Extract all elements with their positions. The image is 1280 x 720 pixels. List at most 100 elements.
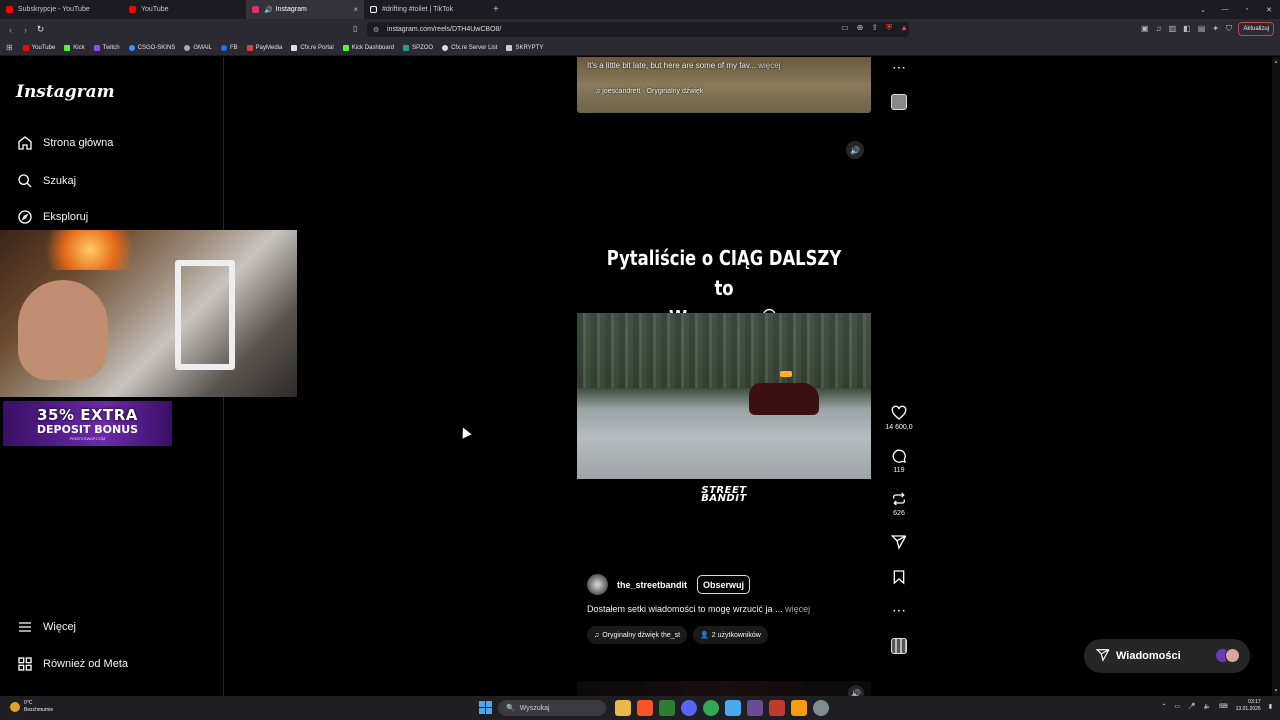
share-icon[interactable]: ⇪: [871, 23, 878, 33]
brave-shield-icon[interactable]: ⛨: [886, 23, 892, 33]
brave-rewards-icon[interactable]: ▲: [900, 23, 908, 33]
bookmark-kick[interactable]: Kick: [64, 44, 85, 51]
author-username[interactable]: the_streetbandit: [617, 580, 687, 590]
new-tab-button[interactable]: +: [493, 4, 499, 15]
audio-chip[interactable]: ♫ Oryginalny dźwięk the_st: [587, 626, 688, 644]
scroll-up-icon[interactable]: ▲: [1272, 59, 1280, 65]
sidebar-item-more[interactable]: Więcej: [16, 617, 76, 637]
mic-icon[interactable]: 🎤: [1188, 703, 1195, 710]
tab-tiktok[interactable]: #drifting #toilet | TikTok: [364, 0, 487, 19]
bookmark-page-icon[interactable]: ▯: [353, 24, 357, 33]
bookmark-skrypty[interactable]: SKRYPTY: [506, 44, 543, 51]
url-field[interactable]: ⚙ instagram.com/reels/DTH4UwCBO8/: [367, 22, 909, 37]
site-info-icon[interactable]: ⚙: [373, 26, 379, 34]
taskbar-search[interactable]: 🔍 Wyszukaj: [498, 700, 606, 716]
maximize-icon[interactable]: ▫: [1236, 6, 1258, 13]
reload-icon[interactable]: ↻: [33, 24, 48, 35]
bookmark-cfx-server-list[interactable]: Cfx.re Server List: [442, 44, 497, 51]
clock[interactable]: 03:17 13.01.2026: [1236, 699, 1261, 713]
repost-button[interactable]: 626: [880, 491, 918, 517]
tab-subskrypcje[interactable]: Subskrypcje - YouTube: [0, 0, 123, 19]
instagram-logo[interactable]: Instagram: [16, 82, 115, 102]
audio-thumbnail[interactable]: [891, 638, 907, 654]
start-button[interactable]: [479, 701, 492, 714]
bookmark-kick-dashboard[interactable]: Kick Dashboard: [342, 44, 394, 51]
zoom-icon[interactable]: ⊕: [857, 23, 864, 33]
prev-reel-audio[interactable]: ♫ joescandrett · Oryginalny dźwięk: [595, 88, 703, 95]
search-placeholder: Wyszukaj: [519, 704, 550, 712]
bookmark-fb[interactable]: FB: [221, 44, 238, 51]
like-button[interactable]: 14 600,0: [880, 405, 918, 431]
scroll-down-icon[interactable]: ▼: [1272, 688, 1280, 694]
sidebar-item-label: Również od Meta: [43, 658, 128, 670]
save-button[interactable]: [880, 569, 918, 588]
sidebar-item-search[interactable]: Szukaj: [16, 171, 76, 191]
cast-icon[interactable]: ▭: [841, 23, 849, 33]
vlc-icon[interactable]: [791, 700, 807, 716]
sidebar-icon[interactable]: ▣: [1141, 24, 1149, 34]
tab-instagram[interactable]: 🔊 Instagram ×: [246, 0, 364, 19]
bookmark-twitch[interactable]: Twitch: [93, 44, 120, 51]
page-scrollbar[interactable]: ▲ ▼: [1272, 57, 1280, 696]
comment-button[interactable]: 119: [880, 448, 918, 474]
notification-icon[interactable]: ▮: [1269, 703, 1272, 710]
back-icon[interactable]: ‹: [3, 25, 18, 35]
minimize-icon[interactable]: —: [1214, 6, 1236, 13]
tab-youtube[interactable]: YouTube: [123, 0, 246, 19]
mute-button[interactable]: 🔊: [846, 141, 864, 159]
previous-reel[interactable]: It's a little bit late, but here are som…: [577, 57, 871, 113]
obs-icon[interactable]: [747, 700, 763, 716]
extensions-icon[interactable]: ✦: [1212, 24, 1219, 34]
weather-widget[interactable]: 0°C Bezchmurnie: [10, 700, 53, 714]
tab-list-icon[interactable]: ⌄: [1192, 6, 1214, 14]
sidebar-item-also-from-meta[interactable]: Również od Meta: [16, 654, 128, 674]
app-icon[interactable]: [769, 700, 785, 716]
windows-logo-tile: [486, 701, 492, 707]
prev-audio-thumbnail[interactable]: [891, 94, 907, 110]
follow-button[interactable]: Obserwuj: [697, 575, 751, 594]
wallet-icon[interactable]: ▤: [1198, 24, 1206, 34]
reader-icon[interactable]: ▥: [1169, 24, 1177, 34]
sidebar-item-explore[interactable]: Eksploruj: [16, 207, 88, 227]
users-chip[interactable]: 👤 2 użytkowników: [693, 626, 768, 644]
notepad-icon[interactable]: [725, 700, 741, 716]
update-button[interactable]: Aktualizuj: [1238, 22, 1274, 36]
messages-button[interactable]: Wiadomości: [1084, 639, 1250, 673]
more-link[interactable]: więcej: [785, 604, 810, 614]
reel-video[interactable]: [577, 313, 871, 479]
bookmark-cfx-portal[interactable]: Cfx.re Portal: [291, 44, 334, 51]
close-window-icon[interactable]: ✕: [1258, 6, 1280, 14]
bookmark-paymedia[interactable]: PayMedia: [246, 44, 282, 51]
current-reel[interactable]: 🔊 Pytaliście o CIĄG DALSZY to Wrzucam 😂 …: [577, 135, 871, 658]
more-link[interactable]: więcej: [758, 61, 780, 70]
bookmark-label: FB: [230, 44, 238, 51]
sidebar-item-label: Eksploruj: [43, 211, 89, 223]
split-view-icon[interactable]: ◧: [1183, 24, 1191, 34]
more-options-button[interactable]: ⋯: [880, 602, 918, 618]
share-button[interactable]: [880, 534, 918, 553]
xbox-icon[interactable]: [659, 700, 675, 716]
network-icon[interactable]: ▭: [1174, 703, 1180, 710]
close-icon[interactable]: ×: [353, 5, 358, 14]
speaker-icon[interactable]: 🔈: [1204, 703, 1211, 710]
brave-icon[interactable]: [637, 700, 653, 716]
forward-icon[interactable]: ›: [18, 25, 33, 35]
keyboard-icon[interactable]: ⌨: [1219, 703, 1228, 710]
bookmark-csgo-skins[interactable]: CSGO-SKINS: [128, 44, 175, 51]
discord-icon[interactable]: [681, 700, 697, 716]
chevron-up-icon[interactable]: ⌃: [1161, 703, 1166, 710]
chrome-icon[interactable]: [703, 700, 719, 716]
vpn-icon[interactable]: ⛉: [1226, 24, 1232, 34]
bookmark-gmail[interactable]: GMAIL: [184, 44, 212, 51]
prev-more-button[interactable]: ⋯: [880, 59, 918, 75]
avatar[interactable]: [587, 574, 608, 595]
media-icon[interactable]: ♫: [1156, 24, 1162, 34]
next-reel[interactable]: 🔊: [577, 681, 871, 701]
bookmark-youtube[interactable]: YouTube: [22, 44, 55, 51]
file-explorer-icon[interactable]: [615, 700, 631, 716]
sidebar-item-home[interactable]: Strona główna: [16, 133, 113, 153]
apps-grid-icon[interactable]: ⊞: [6, 43, 13, 52]
settings-icon[interactable]: [813, 700, 829, 716]
url-text: instagram.com/reels/DTH4UwCBO8/: [387, 26, 502, 33]
bookmark-spzoo[interactable]: SPZOO: [403, 44, 433, 51]
